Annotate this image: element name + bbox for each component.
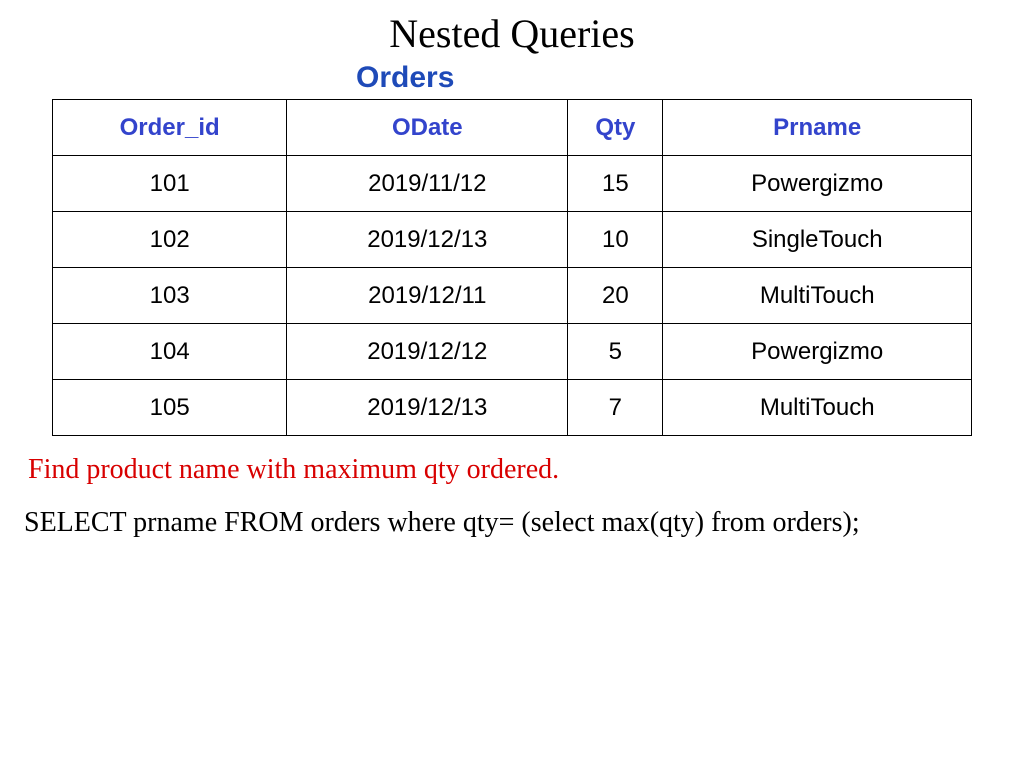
orders-table: Order_id ODate Qty Prname 101 2019/11/12…: [52, 99, 972, 436]
cell-odate: 2019/12/13: [287, 380, 568, 436]
table-header-row: Order_id ODate Qty Prname: [53, 100, 972, 156]
cell-prname: Powergizmo: [663, 324, 972, 380]
sql-query: SELECT prname FROM orders where qty= (se…: [24, 504, 924, 542]
cell-qty: 5: [568, 324, 663, 380]
table-row: 105 2019/12/13 7 MultiTouch: [53, 380, 972, 436]
cell-odate: 2019/12/12: [287, 324, 568, 380]
cell-odate: 2019/12/13: [287, 212, 568, 268]
cell-prname: MultiTouch: [663, 268, 972, 324]
page-title: Nested Queries: [16, 10, 1008, 57]
cell-odate: 2019/12/11: [287, 268, 568, 324]
cell-qty: 10: [568, 212, 663, 268]
cell-qty: 15: [568, 156, 663, 212]
cell-prname: Powergizmo: [663, 156, 972, 212]
cell-prname: MultiTouch: [663, 380, 972, 436]
table-row: 101 2019/11/12 15 Powergizmo: [53, 156, 972, 212]
cell-order-id: 105: [53, 380, 287, 436]
cell-order-id: 104: [53, 324, 287, 380]
cell-order-id: 103: [53, 268, 287, 324]
table-title: Orders: [356, 61, 1008, 95]
table-row: 104 2019/12/12 5 Powergizmo: [53, 324, 972, 380]
cell-qty: 20: [568, 268, 663, 324]
question-prompt: Find product name with maximum qty order…: [28, 454, 996, 486]
cell-order-id: 102: [53, 212, 287, 268]
col-prname: Prname: [663, 100, 972, 156]
col-odate: ODate: [287, 100, 568, 156]
cell-qty: 7: [568, 380, 663, 436]
cell-prname: SingleTouch: [663, 212, 972, 268]
cell-odate: 2019/11/12: [287, 156, 568, 212]
table-row: 103 2019/12/11 20 MultiTouch: [53, 268, 972, 324]
col-order-id: Order_id: [53, 100, 287, 156]
cell-order-id: 101: [53, 156, 287, 212]
col-qty: Qty: [568, 100, 663, 156]
table-row: 102 2019/12/13 10 SingleTouch: [53, 212, 972, 268]
